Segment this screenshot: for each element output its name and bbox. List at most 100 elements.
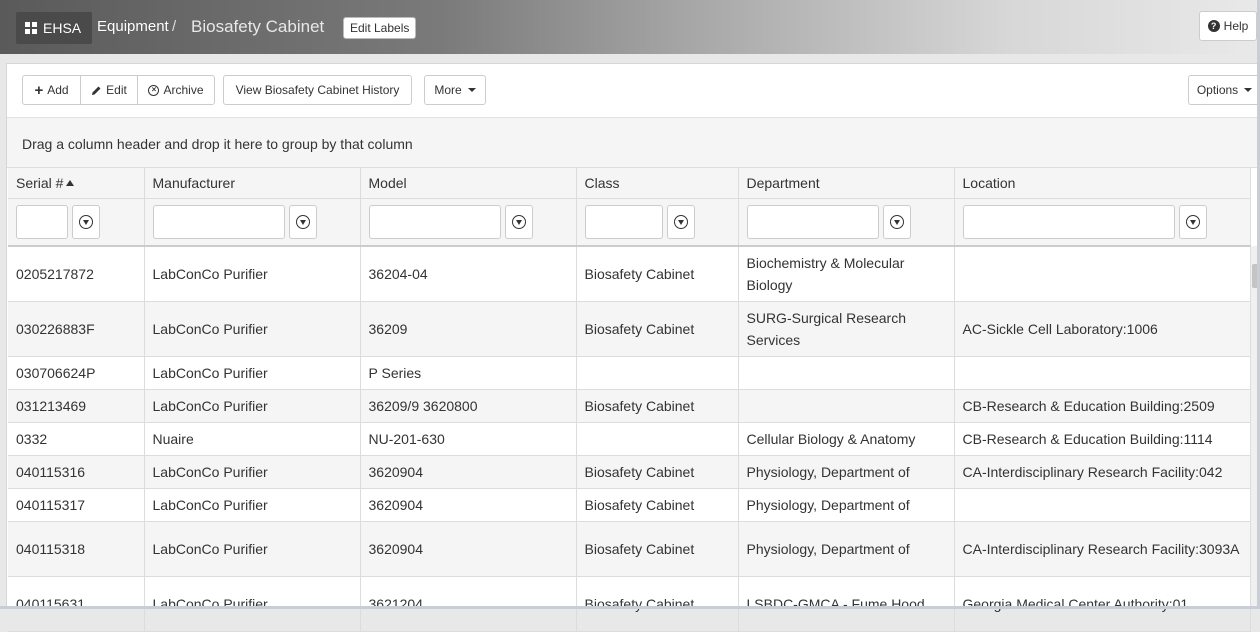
cell-class: Biosafety Cabinet bbox=[576, 521, 739, 577]
pencil-icon bbox=[92, 86, 101, 95]
table-row[interactable]: 040115316 LabConCo Purifier 3620904 Biosafe… bbox=[8, 455, 1251, 489]
add-label: Add bbox=[47, 83, 69, 97]
filter-icon bbox=[889, 214, 904, 229]
filter-button-model[interactable] bbox=[504, 204, 533, 239]
cell-class: Biosafety Cabinet bbox=[576, 576, 739, 632]
table-row[interactable]: 040115631 LabConCo Purifier 3621204 Biosafe… bbox=[8, 576, 1251, 632]
filter-row bbox=[8, 198, 1251, 247]
cell-model: 36204-04 bbox=[360, 246, 577, 302]
cell-model: P Series bbox=[360, 356, 577, 390]
filter-button-department[interactable] bbox=[882, 204, 911, 239]
options-dropdown-button[interactable]: Options bbox=[1188, 75, 1260, 105]
cell-serial: 040115317 bbox=[8, 488, 145, 522]
header-row: Serial # Manufacturer Model Class Depart… bbox=[8, 168, 1251, 199]
cell-department: Biochemistry & Molecular Biology bbox=[738, 246, 955, 302]
brand-menu-button[interactable]: EHSA bbox=[16, 12, 92, 44]
cell-class: Biosafety Cabinet bbox=[576, 389, 739, 423]
plus-icon: + bbox=[34, 81, 44, 99]
column-header-serial[interactable]: Serial # bbox=[8, 168, 145, 199]
column-header-label: Manufacturer bbox=[152, 174, 235, 191]
cell-manufacturer: LabConCo Purifier bbox=[144, 576, 361, 632]
cell-model: 3620904 bbox=[360, 455, 577, 489]
edit-labels-button[interactable]: Edit Labels bbox=[343, 17, 417, 39]
app-header: EHSA Equipment / Biosafety Cabinet Edit … bbox=[0, 0, 1260, 54]
table-row[interactable]: 040115317 LabConCo Purifier 3620904 Biosafe… bbox=[8, 488, 1251, 522]
main-panel: + Add Edit × Archive View Biosafety Cabi… bbox=[6, 63, 1260, 632]
filter-button-serial[interactable] bbox=[72, 204, 100, 239]
cell-location: Georgia Medical Center Authority:01 bbox=[954, 576, 1251, 632]
filter-cell-manufacturer bbox=[144, 198, 361, 247]
caret-down-icon bbox=[467, 88, 476, 92]
cell-class: Biosafety Cabinet bbox=[576, 301, 739, 357]
filter-input-serial[interactable] bbox=[16, 204, 68, 239]
cell-location: AC-Sickle Cell Laboratory:1006 bbox=[954, 301, 1251, 357]
options-label: Options bbox=[1196, 83, 1239, 97]
column-header-department[interactable]: Department bbox=[738, 168, 955, 199]
filter-input-model[interactable] bbox=[368, 204, 501, 239]
filter-icon bbox=[295, 214, 310, 229]
filter-cell-department bbox=[738, 198, 955, 247]
cell-serial: 040115316 bbox=[8, 455, 145, 489]
filter-input-department[interactable] bbox=[746, 204, 879, 239]
cell-department: SURG-Surgical Research Services bbox=[738, 301, 955, 357]
filter-input-location[interactable] bbox=[962, 204, 1175, 239]
cell-location: CB-Research & Education Building:1114 bbox=[954, 422, 1251, 456]
filter-input-manufacturer[interactable] bbox=[152, 204, 285, 239]
cell-department: Physiology, Department of bbox=[738, 521, 955, 577]
table-row[interactable]: 040115318 LabConCo Purifier 3620904 Biosafe… bbox=[8, 521, 1251, 577]
table-row[interactable]: 0205217872 LabConCo Purifier 36204-04 Biosa… bbox=[8, 246, 1251, 302]
column-header-class[interactable]: Class bbox=[576, 168, 739, 199]
cell-serial: 030226883F bbox=[8, 301, 145, 357]
grid-icon bbox=[25, 22, 37, 34]
edit-button[interactable]: Edit bbox=[80, 75, 138, 105]
cell-serial: 030706624P bbox=[8, 356, 145, 390]
cell-manufacturer: LabConCo Purifier bbox=[144, 246, 361, 302]
column-header-manufacturer[interactable]: Manufacturer bbox=[144, 168, 361, 199]
cell-department bbox=[738, 389, 955, 423]
filter-button-class[interactable] bbox=[666, 204, 695, 239]
column-header-model[interactable]: Model bbox=[360, 168, 577, 199]
cell-serial: 031213469 bbox=[8, 389, 145, 423]
cell-class: Biosafety Cabinet bbox=[576, 246, 739, 302]
filter-input-class[interactable] bbox=[584, 204, 663, 239]
cell-manufacturer: LabConCo Purifier bbox=[144, 301, 361, 357]
table-row[interactable]: 030706624P LabConCo Purifier P Series bbox=[8, 356, 1251, 390]
filter-icon bbox=[673, 214, 688, 229]
times-circle-icon: × bbox=[148, 84, 160, 96]
more-dropdown-button[interactable]: More bbox=[424, 75, 486, 105]
add-button[interactable]: + Add bbox=[22, 75, 81, 105]
breadcrumb-separator: / bbox=[172, 18, 177, 35]
table-row[interactable]: 0332 Nuaire NU-201-630 Cellular Biology & A… bbox=[8, 422, 1251, 456]
cell-manufacturer: LabConCo Purifier bbox=[144, 356, 361, 390]
filter-icon bbox=[79, 214, 93, 229]
group-drop-zone[interactable]: Drag a column header and drop it here to… bbox=[7, 118, 1260, 168]
breadcrumb-equipment[interactable]: Equipment bbox=[97, 18, 169, 35]
column-header-location[interactable]: Location bbox=[954, 168, 1251, 199]
archive-label: Archive bbox=[163, 83, 204, 97]
equipment-grid: Serial # Manufacturer Model Class Depart… bbox=[8, 168, 1251, 632]
column-header-label: Location bbox=[962, 174, 1016, 191]
cell-manufacturer: Nuaire bbox=[144, 422, 361, 456]
cell-serial: 0332 bbox=[8, 422, 145, 456]
cell-location: CA-Interdisciplinary Research Facility:0… bbox=[954, 455, 1251, 489]
cell-location: CB-Research & Education Building:2509 bbox=[954, 389, 1251, 423]
view-history-button[interactable]: View Biosafety Cabinet History bbox=[223, 75, 412, 105]
help-button[interactable]: ? Help bbox=[1199, 11, 1257, 41]
filter-button-location[interactable] bbox=[1178, 204, 1207, 239]
archive-button[interactable]: × Archive bbox=[137, 75, 215, 105]
cell-location: CA-Interdisciplinary Research Facility:3… bbox=[954, 521, 1251, 577]
cell-class: Biosafety Cabinet bbox=[576, 488, 739, 522]
column-header-label: Department bbox=[746, 174, 820, 191]
table-row[interactable]: 031213469 LabConCo Purifier 36209/9 362080… bbox=[8, 389, 1251, 423]
cell-serial: 040115631 bbox=[8, 576, 145, 632]
cell-location bbox=[954, 246, 1251, 302]
cell-department: Physiology, Department of bbox=[738, 488, 955, 522]
filter-button-manufacturer[interactable] bbox=[288, 204, 317, 239]
filter-icon bbox=[511, 214, 526, 229]
filter-cell-location bbox=[954, 198, 1251, 247]
column-header-label: Class bbox=[584, 174, 620, 191]
filter-cell-model bbox=[360, 198, 577, 247]
table-row[interactable]: 030226883F LabConCo Purifier 36209 Biosafet… bbox=[8, 301, 1251, 357]
edit-label: Edit bbox=[106, 83, 127, 97]
filter-cell-class bbox=[576, 198, 739, 247]
